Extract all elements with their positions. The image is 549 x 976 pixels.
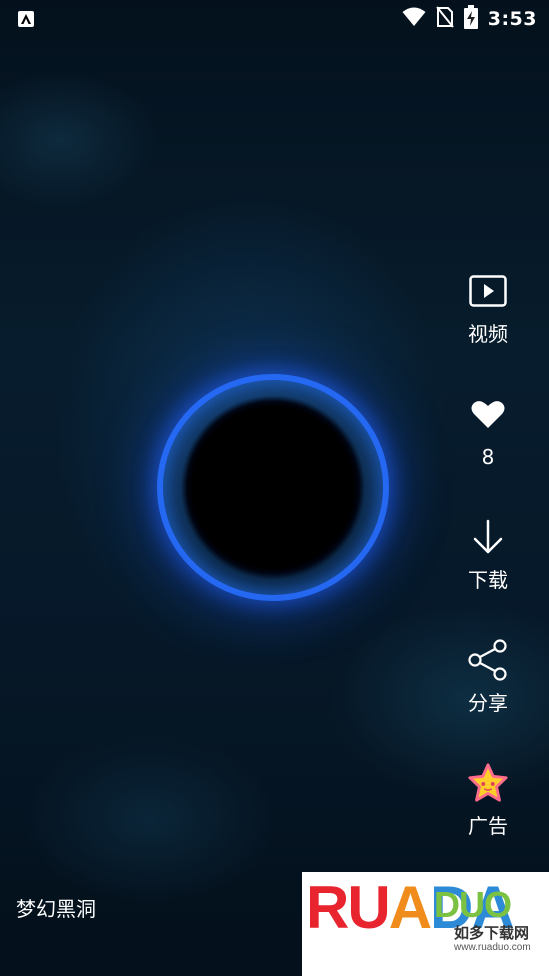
no-sim-icon xyxy=(435,6,454,32)
star-badge-icon xyxy=(467,762,509,804)
wallpaper-preview-screen: 3:53 视频 8 下载 分享 广告 梦幻黑洞 RUADA DUO 如多下载网 … xyxy=(0,0,549,976)
like-button[interactable]: 8 xyxy=(440,385,536,508)
download-label: 下载 xyxy=(468,568,508,592)
wallpaper-title: 梦幻黑洞 xyxy=(16,897,96,921)
site-watermark-logo: RUADA DUO 如多下载网 www.ruaduo.com xyxy=(302,872,549,976)
battery-charging-icon xyxy=(463,5,478,33)
like-count: 8 xyxy=(481,445,495,469)
ad-label: 广告 xyxy=(468,814,508,838)
video-button[interactable]: 视频 xyxy=(440,262,536,385)
share-icon xyxy=(467,639,509,681)
watermark-url: www.ruaduo.com xyxy=(454,942,531,953)
video-label: 视频 xyxy=(468,322,508,346)
ad-button[interactable]: 广告 xyxy=(440,754,536,877)
status-time: 3:53 xyxy=(487,8,537,30)
action-column: 视频 8 下载 分享 广告 xyxy=(440,262,536,877)
watermark-logo-duo: DUO xyxy=(434,884,512,925)
download-button[interactable]: 下载 xyxy=(440,508,536,631)
app-notification-icon xyxy=(18,11,34,27)
watermark-tagline: 如多下载网 xyxy=(454,924,530,942)
share-button[interactable]: 分享 xyxy=(440,631,536,754)
download-arrow-icon xyxy=(467,516,509,558)
status-bar: 3:53 xyxy=(0,0,549,38)
black-hole-artwork xyxy=(163,380,383,595)
video-play-icon xyxy=(467,270,509,312)
heart-icon xyxy=(467,393,509,435)
share-label: 分享 xyxy=(468,691,508,715)
wifi-icon xyxy=(402,7,426,31)
